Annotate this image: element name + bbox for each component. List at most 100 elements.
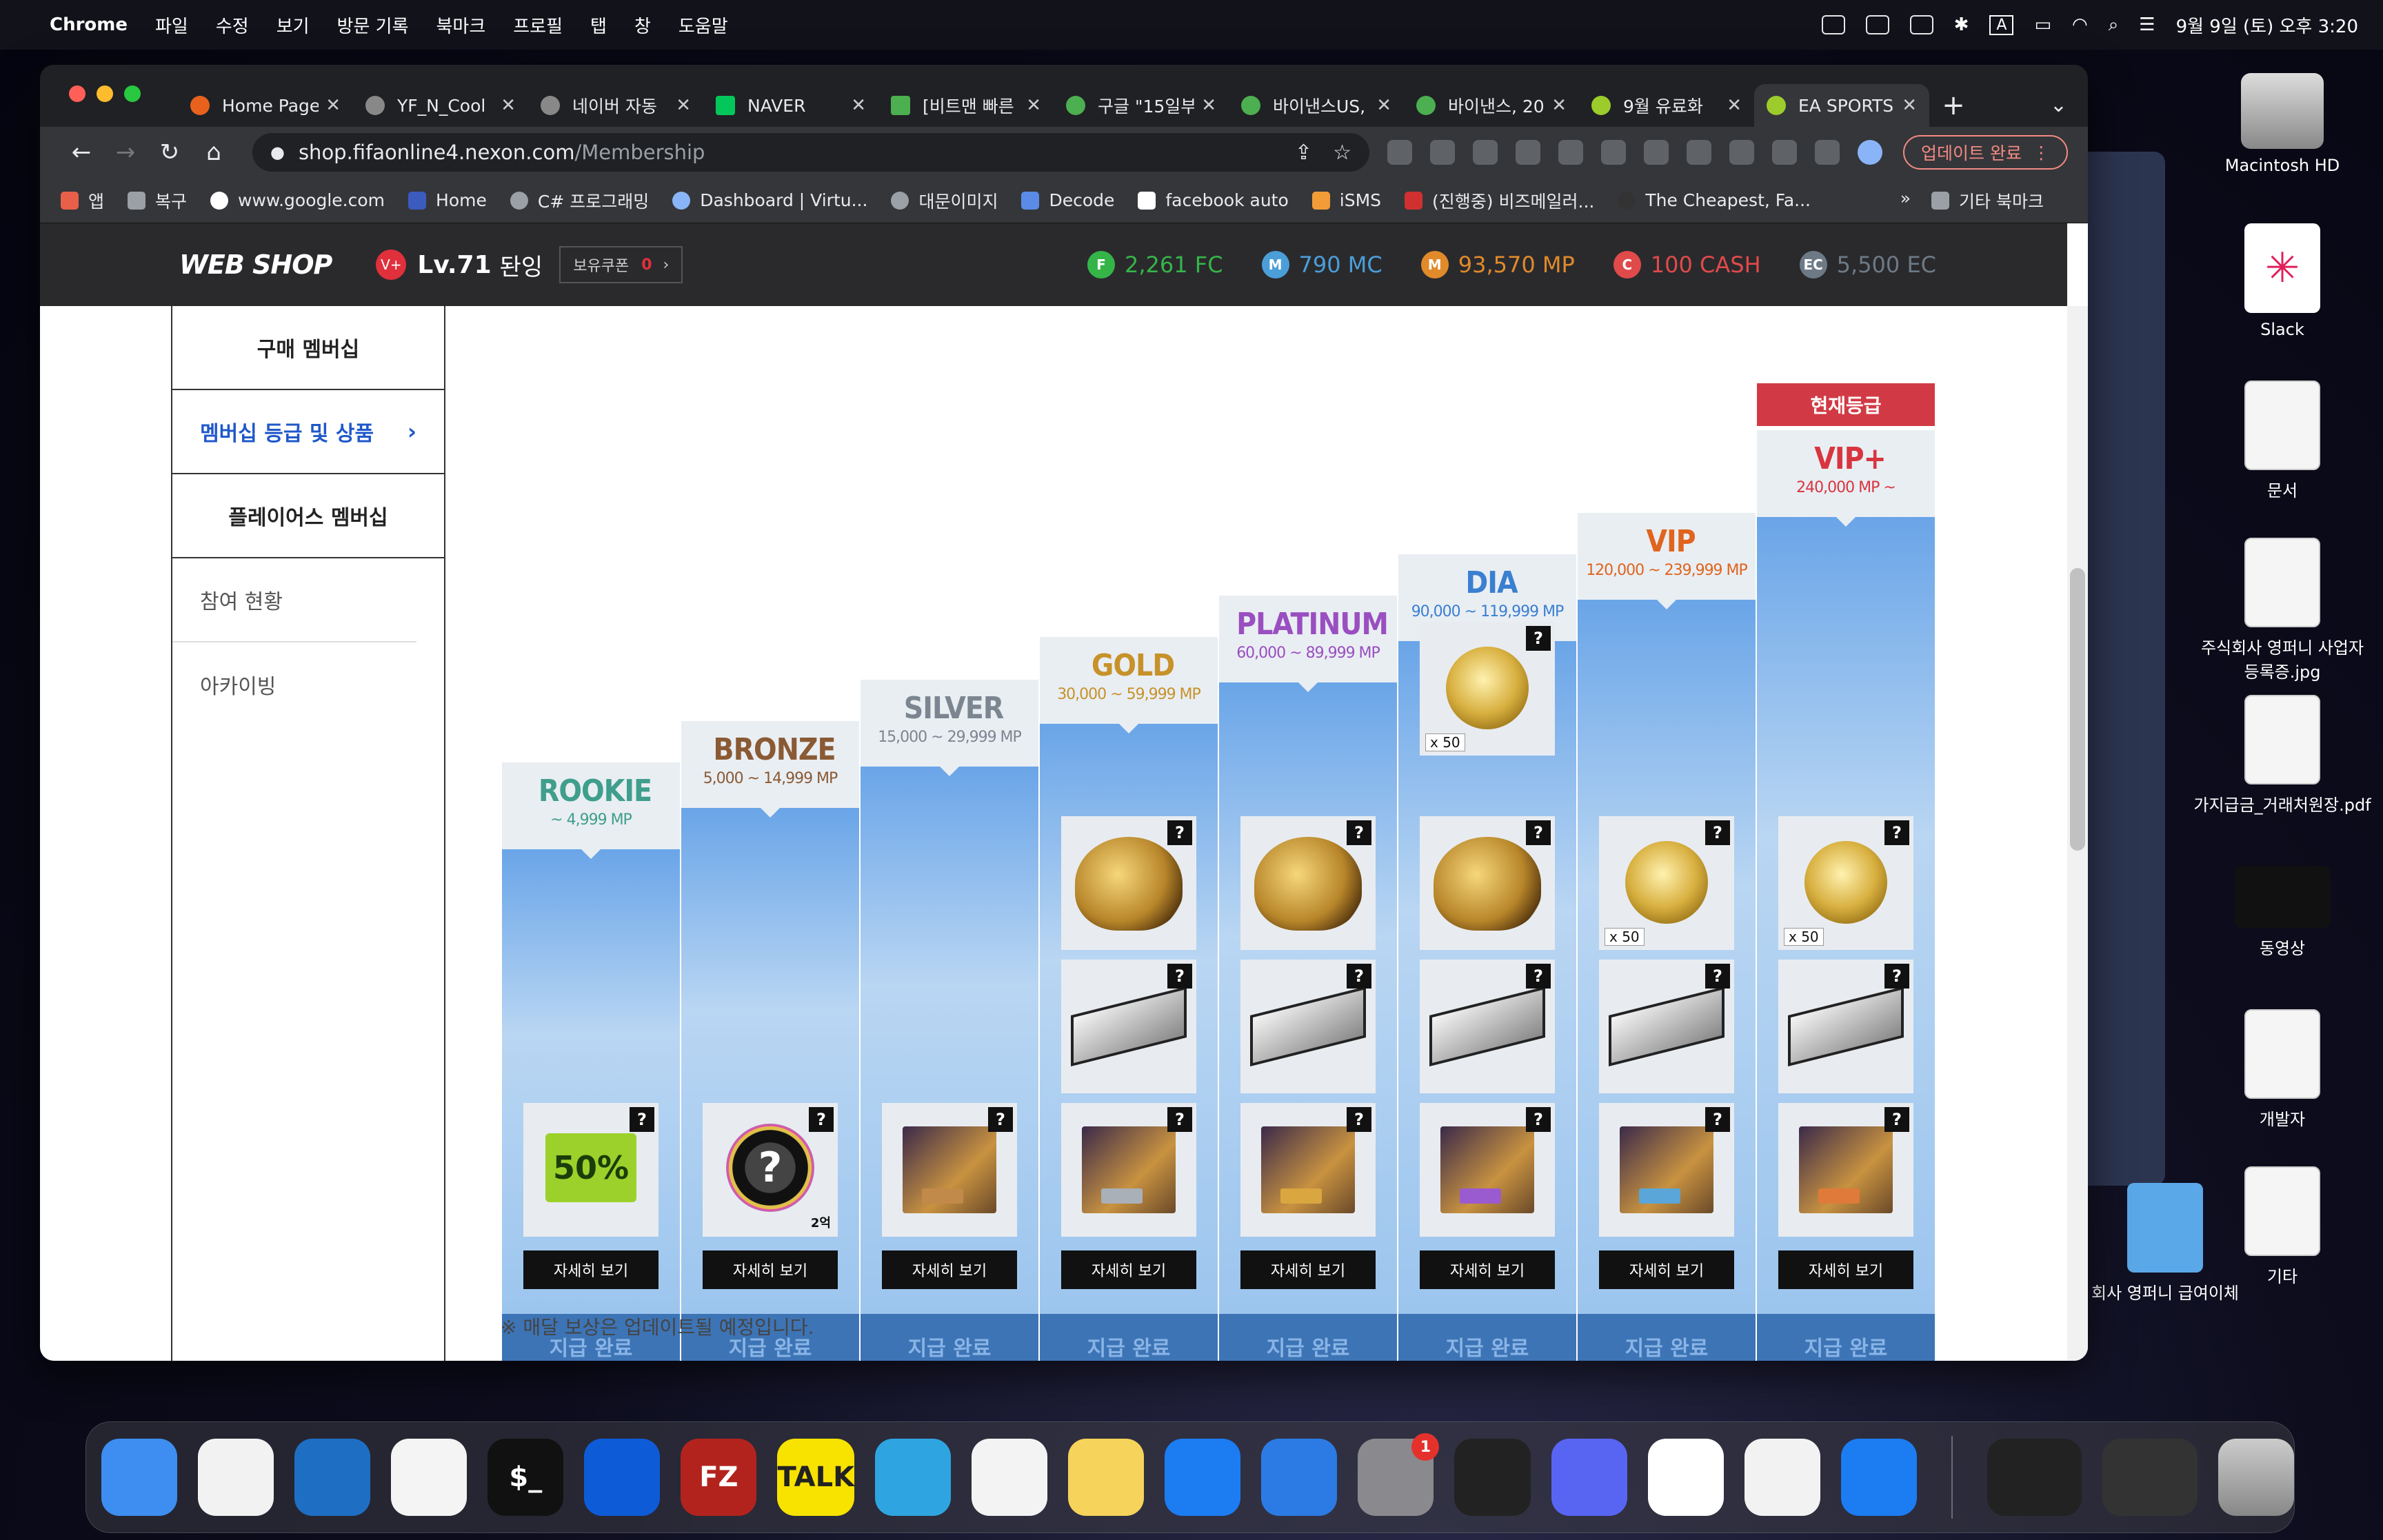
input-source-indicator[interactable]: A	[1989, 14, 2014, 35]
reward-key[interactable]: ?	[1599, 960, 1734, 1093]
dock-terminal-icon[interactable]: $_	[487, 1439, 564, 1516]
status-icon[interactable]	[1909, 15, 1933, 34]
dock-chrome-2-icon[interactable]	[1744, 1439, 1820, 1516]
extension-icon[interactable]	[1516, 140, 1540, 165]
desktop-icon-slack[interactable]: ✳ Slack	[2193, 216, 2372, 374]
bookmark-item[interactable]: The Cheapest, Fa...	[1618, 190, 1811, 210]
detail-button[interactable]: 자세히 보기	[1778, 1250, 1913, 1289]
question-mark-icon[interactable]: ?	[1884, 1107, 1909, 1132]
sidebar-item-membership-tiers[interactable]: 멤버십 등급 및 상품 ›	[172, 390, 444, 474]
question-mark-icon[interactable]: ?	[1884, 964, 1909, 989]
share-icon[interactable]: ⇪	[1295, 141, 1312, 165]
reward-medal[interactable]: x 50?	[1599, 816, 1734, 950]
reward-coins[interactable]: ?	[1240, 816, 1376, 950]
dock-telegram-icon[interactable]	[875, 1439, 952, 1516]
question-mark-icon[interactable]: ?	[1526, 626, 1551, 651]
question-mark-icon[interactable]: ?	[1347, 964, 1371, 989]
reward-mystery[interactable]: ? 2억?	[703, 1103, 838, 1237]
sidebar-item-players-membership[interactable]: 플레이어스 멤버십	[172, 474, 444, 558]
dock-system-settings-icon[interactable]: 1	[1358, 1433, 1440, 1516]
chevron-down-icon[interactable]: ⌄	[2050, 93, 2067, 117]
dock-slack-icon[interactable]	[1647, 1439, 1724, 1516]
status-icon[interactable]	[1821, 15, 1845, 34]
reward-medal[interactable]: x 50?	[1420, 622, 1555, 756]
bookmark-item[interactable]: 대문이미지	[891, 188, 998, 213]
menu-item-view[interactable]: 보기	[276, 12, 310, 38]
extension-icon[interactable]	[1430, 140, 1455, 165]
dock-app-store-icon[interactable]	[1165, 1439, 1241, 1516]
question-mark-icon[interactable]: ?	[1167, 1107, 1192, 1132]
bluetooth-icon[interactable]: ✱	[1954, 14, 1969, 35]
reward-coins[interactable]: ?	[1420, 816, 1555, 950]
tab[interactable]: 바이낸스US, ✕	[1229, 84, 1404, 127]
extension-icon[interactable]	[1729, 140, 1754, 165]
bookmark-item[interactable]: www.google.com	[210, 190, 385, 210]
close-tab-icon[interactable]: ✕	[676, 95, 691, 116]
dock-photos-icon[interactable]	[972, 1439, 1048, 1516]
question-mark-icon[interactable]: ?	[630, 1107, 654, 1132]
desktop-icon-macintosh-hd[interactable]: Macintosh HD	[2193, 59, 2372, 216]
tab[interactable]: NAVER ✕	[703, 84, 878, 127]
detail-button[interactable]: 자세히 보기	[1599, 1250, 1734, 1289]
close-tab-icon[interactable]: ✕	[1201, 95, 1216, 116]
dock-minimized-window[interactable]	[1987, 1439, 2082, 1516]
tab[interactable]: Home Page ✕	[178, 84, 353, 127]
scrollbar-thumb[interactable]	[2070, 568, 2085, 851]
question-mark-icon[interactable]: ?	[1526, 820, 1551, 845]
desktop-icon-ledger-pdf[interactable]: 가지급금_거래처원장.pdf	[2193, 688, 2372, 845]
close-tab-icon[interactable]: ✕	[325, 95, 341, 116]
address-bar[interactable]: ● shop.fifaonline4.nexon.com/Membership …	[252, 133, 1369, 172]
extension-icon[interactable]	[1644, 140, 1669, 165]
new-tab-button[interactable]: +	[1929, 84, 1978, 127]
reward-box[interactable]: ?	[882, 1103, 1017, 1237]
extension-icon[interactable]	[1473, 140, 1498, 165]
close-tab-icon[interactable]: ✕	[1902, 95, 1917, 116]
reward-box[interactable]: ?	[1778, 1103, 1913, 1237]
bookmark-other-folder[interactable]: 기타 북마크	[1931, 188, 2044, 213]
menu-app-name[interactable]: Chrome	[50, 14, 128, 35]
close-window-button[interactable]	[69, 85, 86, 102]
reward-coupon[interactable]: 50%?	[523, 1103, 658, 1237]
menu-item-edit[interactable]: 수정	[216, 12, 249, 38]
menu-item-file[interactable]: 파일	[155, 12, 188, 38]
reward-key[interactable]: ?	[1420, 960, 1555, 1093]
reward-key[interactable]: ?	[1778, 960, 1913, 1093]
extension-icon[interactable]	[1387, 140, 1412, 165]
detail-button[interactable]: 자세히 보기	[1240, 1250, 1376, 1289]
dock-minimized-window[interactable]	[2102, 1439, 2198, 1516]
reward-box[interactable]: ?	[1420, 1103, 1555, 1237]
bookmark-folder[interactable]: 복구	[128, 188, 187, 213]
detail-button[interactable]: 자세히 보기	[1420, 1250, 1555, 1289]
dock-chrome-icon[interactable]	[198, 1439, 274, 1516]
question-mark-icon[interactable]: ?	[1705, 964, 1730, 989]
profile-avatar-icon[interactable]	[1858, 140, 1882, 165]
bookmark-item[interactable]: facebook auto	[1138, 190, 1289, 210]
tab[interactable]: YF_N_Cool ✕	[353, 84, 528, 127]
tab[interactable]: 구글 "15일부 ✕	[1054, 84, 1229, 127]
detail-button[interactable]: 자세히 보기	[703, 1250, 838, 1289]
question-mark-icon[interactable]: ?	[809, 1107, 834, 1132]
reward-key[interactable]: ?	[1061, 960, 1196, 1093]
menu-item-bookmarks[interactable]: 북마크	[436, 12, 486, 38]
dock-teamviewer-icon[interactable]	[584, 1439, 661, 1516]
reward-medal[interactable]: x 50?	[1778, 816, 1913, 950]
page-scrollbar[interactable]	[2067, 306, 2088, 1361]
reward-coins[interactable]: ?	[1061, 816, 1196, 950]
close-tab-icon[interactable]: ✕	[1026, 95, 1041, 116]
dock-xcode-icon[interactable]	[1261, 1439, 1338, 1516]
bookmark-item[interactable]: Dashboard | Virtu...	[672, 190, 867, 210]
menu-item-profiles[interactable]: 프로필	[513, 12, 563, 38]
sidebar-item-archiving[interactable]: 아카이빙	[172, 642, 444, 727]
dock-vscode-icon[interactable]	[294, 1439, 371, 1516]
minimize-window-button[interactable]	[97, 85, 113, 102]
desktop-icon-documents[interactable]: 문서	[2193, 374, 2372, 531]
extension-icon[interactable]	[1687, 140, 1711, 165]
question-mark-icon[interactable]: ?	[1526, 964, 1551, 989]
dock-kakaotalk-icon[interactable]: TALK	[777, 1439, 855, 1516]
tab[interactable]: 바이낸스, 20 ✕	[1404, 84, 1579, 127]
update-button[interactable]: 업데이트 완료 ⋮	[1903, 135, 2068, 170]
dock-filezilla-icon[interactable]: FZ	[681, 1439, 757, 1516]
web-shop-logo[interactable]: WEB SHOP	[179, 250, 332, 280]
bookmark-star-icon[interactable]: ☆	[1333, 141, 1351, 165]
bookmark-item[interactable]: Home	[408, 190, 487, 210]
